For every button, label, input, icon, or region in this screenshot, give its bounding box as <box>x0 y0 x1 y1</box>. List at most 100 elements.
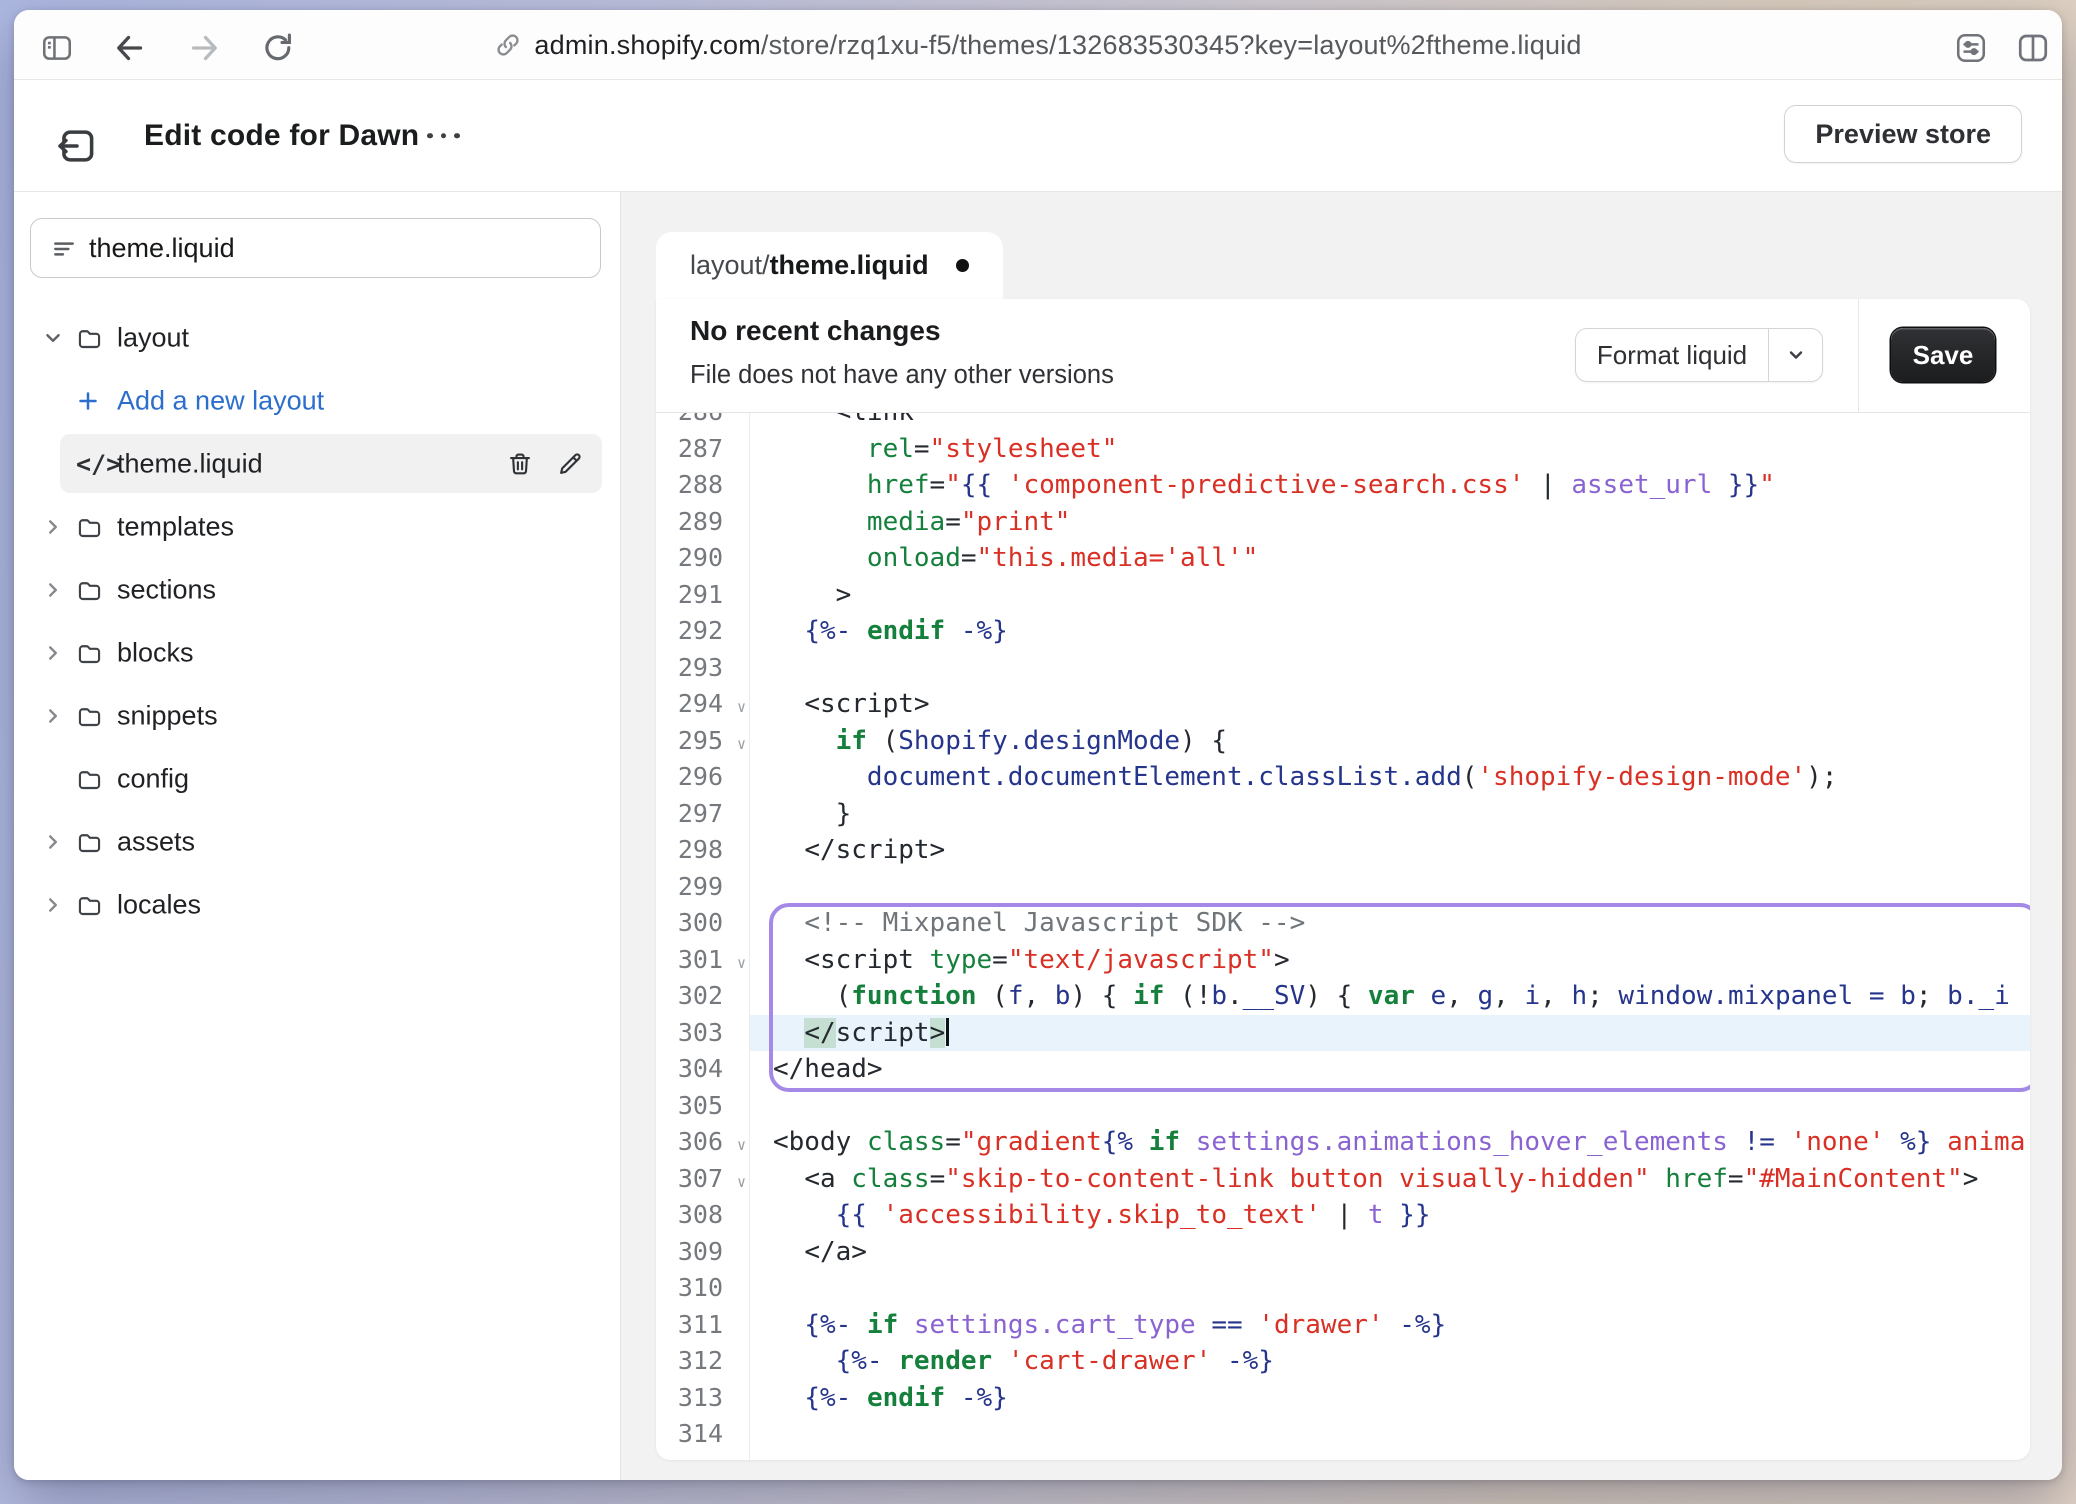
rename-file-button[interactable] <box>550 444 590 484</box>
code-text[interactable]: <body class="gradient{% if settings.anim… <box>749 1124 2030 1161</box>
code-line[interactable]: 307∨ <a class="skip-to-content-link butt… <box>656 1161 2030 1198</box>
sidebar-item-theme-liquid[interactable]: </> theme.liquid <box>14 432 620 495</box>
save-button[interactable]: Save <box>1891 328 1995 382</box>
code-text[interactable]: </script> <box>749 832 2030 869</box>
code-line[interactable]: 292 {%- endif -%} <box>656 613 2030 650</box>
more-actions-icon[interactable] <box>417 123 470 149</box>
code-line[interactable]: 312 {%- render 'cart-drawer' -%} <box>656 1343 2030 1380</box>
code-line[interactable]: 310 <box>656 1270 2030 1307</box>
delete-file-button[interactable] <box>500 444 540 484</box>
code-text[interactable]: {{ 'accessibility.skip_to_text' | t }} <box>749 1197 2030 1234</box>
format-dropdown-button[interactable] <box>1768 329 1822 381</box>
code-line[interactable]: 313 {%- endif -%} <box>656 1380 2030 1417</box>
code-text[interactable]: } <box>749 796 2030 833</box>
line-number: 311 <box>656 1307 749 1344</box>
line-number: 296 <box>656 759 749 796</box>
preview-store-button[interactable]: Preview store <box>1784 105 2022 163</box>
code-line[interactable]: 311 {%- if settings.cart_type == 'drawer… <box>656 1307 2030 1344</box>
code-line[interactable]: 294∨ <script> <box>656 686 2030 723</box>
editor-main: layout/theme.liquid No recent changes Fi… <box>621 192 2062 1480</box>
fold-chevron-icon[interactable]: ∨ <box>737 689 746 726</box>
code-text[interactable] <box>749 1088 2030 1125</box>
code-text[interactable]: rel="stylesheet" <box>749 431 2030 468</box>
sidebar-folder-locales[interactable]: locales <box>14 873 620 936</box>
file-search-input[interactable] <box>89 219 586 277</box>
code-text[interactable]: <a class="skip-to-content-link button vi… <box>749 1161 2030 1198</box>
code-text[interactable] <box>749 650 2030 687</box>
code-line[interactable]: 304</head> <box>656 1051 2030 1088</box>
format-liquid-button[interactable]: Format liquid <box>1575 328 1823 382</box>
code-line[interactable]: 308 {{ 'accessibility.skip_to_text' | t … <box>656 1197 2030 1234</box>
code-line[interactable]: 297 } <box>656 796 2030 833</box>
code-text[interactable]: {%- render 'cart-drawer' -%} <box>749 1343 2030 1380</box>
code-editor[interactable]: 286 <link287 rel="stylesheet"288 href="{… <box>656 413 2030 1460</box>
chevron-right-icon[interactable] <box>43 895 63 915</box>
code-line[interactable]: 286 <link <box>656 413 2030 431</box>
fold-chevron-icon[interactable]: ∨ <box>737 945 746 982</box>
sidebar-folder-sections[interactable]: sections <box>14 558 620 621</box>
chevron-right-icon[interactable] <box>43 517 63 537</box>
code-line[interactable]: 295∨ if (Shopify.designMode) { <box>656 723 2030 760</box>
code-line[interactable]: 290 onload="this.media='all'" <box>656 540 2030 577</box>
chevron-right-icon[interactable] <box>43 643 63 663</box>
exit-code-editor-button[interactable] <box>51 120 103 172</box>
code-text[interactable]: <script type="text/javascript"> <box>749 942 2030 979</box>
sidebar-folder-config[interactable]: config <box>14 747 620 810</box>
add-new-layout-button[interactable]: Add a new layout <box>14 369 620 432</box>
chevron-down-icon[interactable] <box>43 328 63 348</box>
fold-chevron-icon[interactable]: ∨ <box>737 726 746 763</box>
sidebar-folder-blocks[interactable]: blocks <box>14 621 620 684</box>
file-search-box[interactable] <box>30 218 601 278</box>
code-line[interactable]: 305 <box>656 1088 2030 1125</box>
split-view-icon[interactable] <box>2014 29 2052 67</box>
code-text[interactable]: href="{{ 'component-predictive-search.cs… <box>749 467 2030 504</box>
code-text[interactable]: <!-- Mixpanel Javascript SDK --> <box>749 905 2030 942</box>
code-line[interactable]: 298 </script> <box>656 832 2030 869</box>
code-line[interactable]: 306∨<body class="gradient{% if settings.… <box>656 1124 2030 1161</box>
chevron-right-icon[interactable] <box>43 706 63 726</box>
code-line[interactable]: 309 </a> <box>656 1234 2030 1271</box>
tab-theme-liquid[interactable]: layout/theme.liquid <box>656 232 1003 299</box>
code-line[interactable]: 299 <box>656 869 2030 906</box>
address-bar[interactable]: admin.shopify.com/store/rzq1xu-f5/themes… <box>14 10 2062 80</box>
code-text[interactable] <box>749 869 2030 906</box>
code-text[interactable]: <script> <box>749 686 2030 723</box>
code-text[interactable]: </a> <box>749 1234 2030 1271</box>
code-line[interactable]: 296 document.documentElement.classList.a… <box>656 759 2030 796</box>
code-text[interactable]: {%- endif -%} <box>749 1380 2030 1417</box>
code-line[interactable]: 301∨ <script type="text/javascript"> <box>656 942 2030 979</box>
sidebar-folder-templates[interactable]: templates <box>14 495 620 558</box>
code-text[interactable]: <link <box>749 413 2030 431</box>
code-text[interactable]: </head> <box>749 1051 2030 1088</box>
code-text[interactable]: (function (f, b) { if (!b.__SV) { var e,… <box>749 978 2030 1015</box>
code-text[interactable]: media="print" <box>749 504 2030 541</box>
browser-tune-icon[interactable] <box>1952 29 1990 67</box>
code-text[interactable]: onload="this.media='all'" <box>749 540 2030 577</box>
code-line[interactable]: 289 media="print" <box>656 504 2030 541</box>
chevron-right-icon[interactable] <box>43 580 63 600</box>
sidebar-folder-assets[interactable]: assets <box>14 810 620 873</box>
code-text[interactable]: if (Shopify.designMode) { <box>749 723 2030 760</box>
code-line[interactable]: 314 <box>656 1416 2030 1453</box>
code-text[interactable]: {%- if settings.cart_type == 'drawer' -%… <box>749 1307 2030 1344</box>
code-text[interactable]: document.documentElement.classList.add('… <box>749 759 2030 796</box>
code-line[interactable]: 288 href="{{ 'component-predictive-searc… <box>656 467 2030 504</box>
code-line[interactable]: 303 </script> <box>656 1015 2030 1052</box>
line-number: 295∨ <box>656 723 749 760</box>
code-line[interactable]: 287 rel="stylesheet" <box>656 431 2030 468</box>
url-text: admin.shopify.com/store/rzq1xu-f5/themes… <box>534 30 1581 61</box>
fold-chevron-icon[interactable]: ∨ <box>737 1164 746 1201</box>
code-text[interactable] <box>749 1416 2030 1453</box>
sidebar-folder-layout[interactable]: layout <box>14 306 620 369</box>
code-text[interactable] <box>749 1270 2030 1307</box>
code-text[interactable]: > <box>749 577 2030 614</box>
code-text[interactable]: {%- endif -%} <box>749 613 2030 650</box>
chevron-right-icon[interactable] <box>43 832 63 852</box>
code-line[interactable]: 302 (function (f, b) { if (!b.__SV) { va… <box>656 978 2030 1015</box>
code-line[interactable]: 291 > <box>656 577 2030 614</box>
code-line[interactable]: 300 <!-- Mixpanel Javascript SDK --> <box>656 905 2030 942</box>
code-line[interactable]: 293 <box>656 650 2030 687</box>
sidebar-folder-snippets[interactable]: snippets <box>14 684 620 747</box>
code-text[interactable]: </script> <box>749 1015 2030 1052</box>
fold-chevron-icon[interactable]: ∨ <box>737 1127 746 1164</box>
